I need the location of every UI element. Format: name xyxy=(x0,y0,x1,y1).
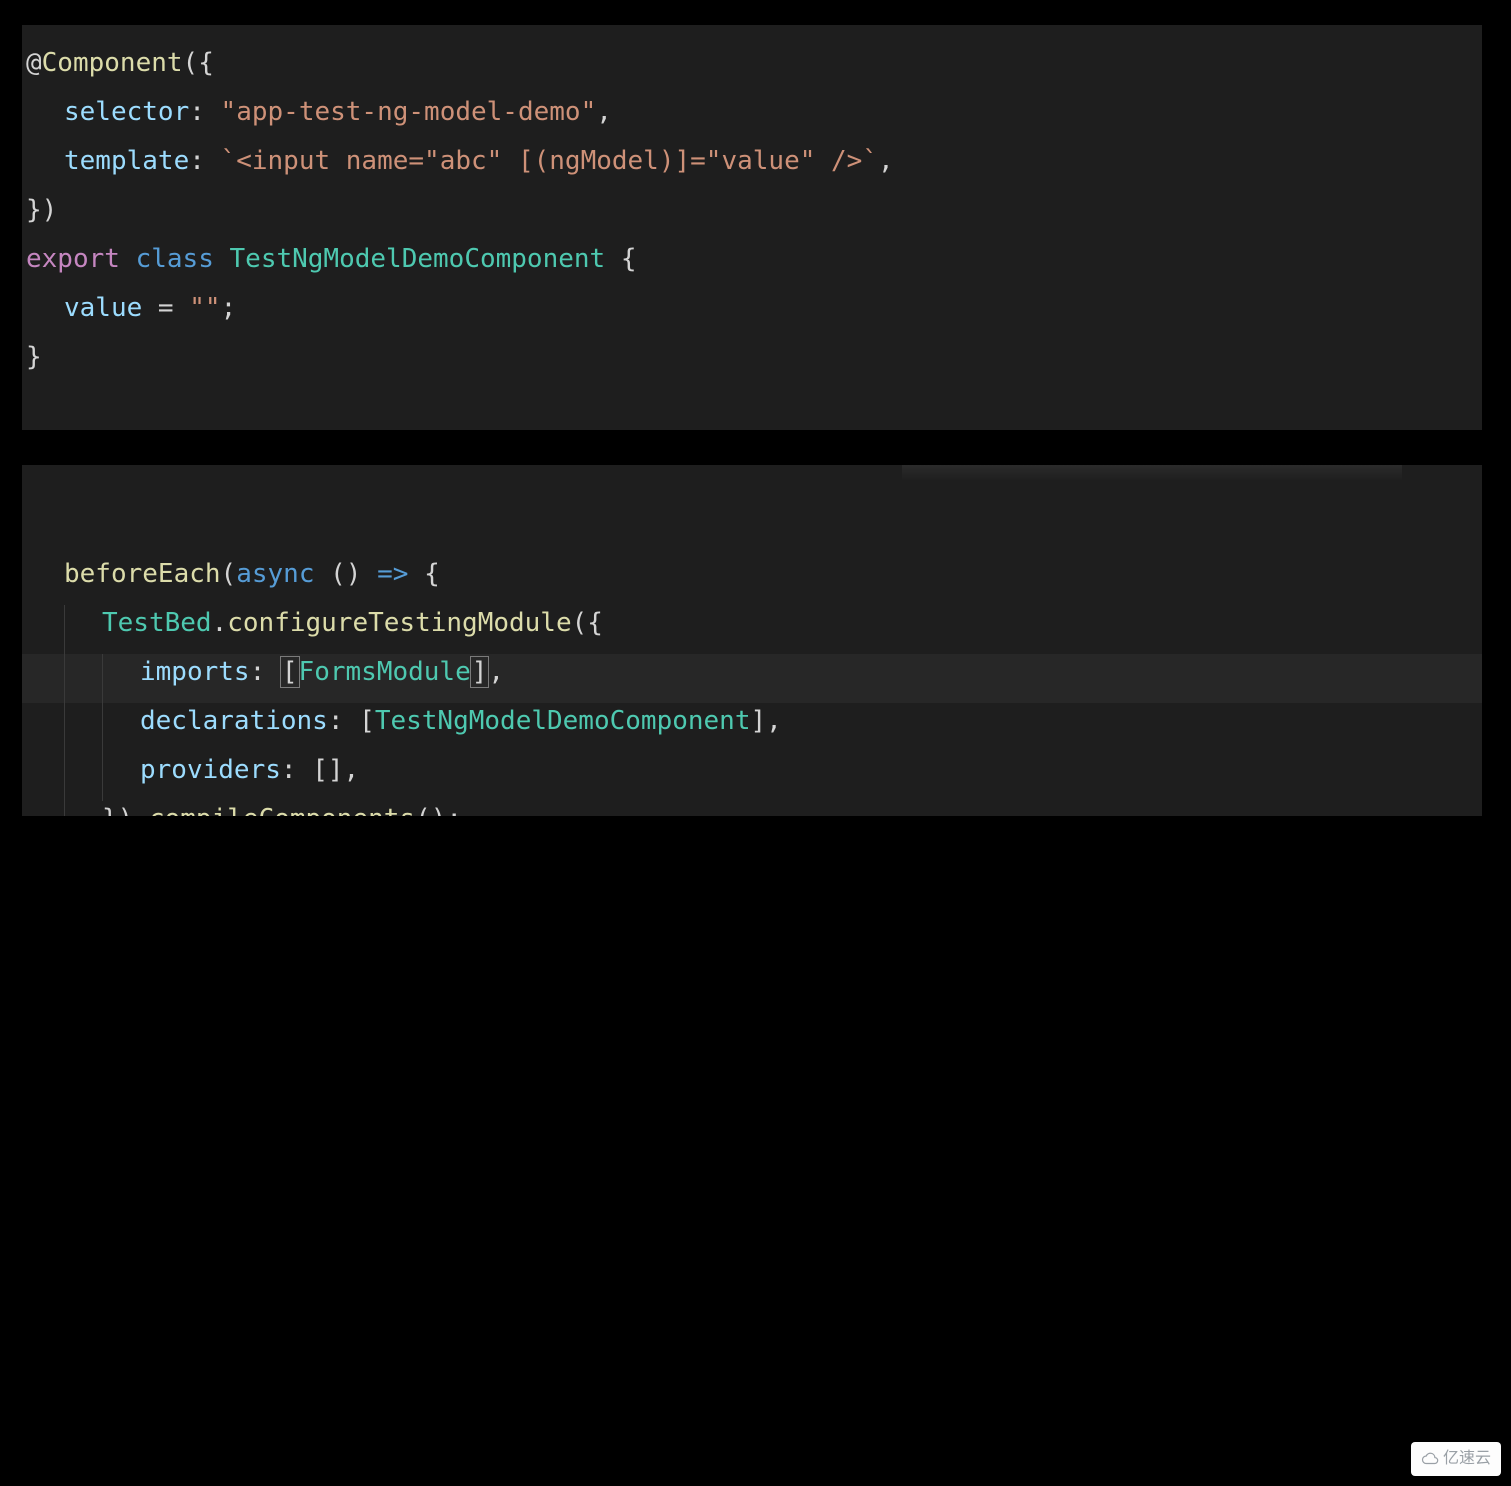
indent-guide xyxy=(64,703,102,752)
code-token: : xyxy=(189,146,220,176)
code-token: TestBed xyxy=(102,608,212,638)
code-token: TestNgModelDemoComponent xyxy=(375,706,751,736)
code-token: (); xyxy=(415,804,462,816)
code-token: beforeEach xyxy=(64,559,221,589)
code-token: : xyxy=(250,657,281,687)
indent-guide xyxy=(64,605,102,654)
code-token: declarations xyxy=(140,706,328,736)
code-token: providers xyxy=(140,755,281,785)
code-token: : [ xyxy=(328,706,375,736)
code-token: () xyxy=(314,559,377,589)
code-token: value xyxy=(64,293,142,323)
code-token xyxy=(120,244,136,274)
code-token: = xyxy=(142,293,189,323)
code-line[interactable]: } xyxy=(22,339,1482,388)
code-line[interactable]: template: `<input name="abc" [(ngModel)]… xyxy=(22,143,1482,192)
code-token: "app-test-ng-model-demo" xyxy=(221,97,597,127)
code-line[interactable]: }) xyxy=(22,192,1482,241)
code-line[interactable]: }).compileComponents(); xyxy=(22,801,1482,816)
code-token: "" xyxy=(189,293,220,323)
code-token: => xyxy=(377,559,408,589)
code-token: { xyxy=(605,244,636,274)
code-token: configureTestingModule xyxy=(227,608,571,638)
code-token: , xyxy=(596,97,612,127)
code-token: `<input name="abc" [(ngModel)]="value" /… xyxy=(221,146,878,176)
code-token: ({ xyxy=(183,48,214,78)
indent-guide xyxy=(26,703,64,752)
code-token xyxy=(214,244,230,274)
code-line[interactable]: providers: [], xyxy=(22,752,1482,801)
code-line[interactable]: value = ""; xyxy=(22,290,1482,339)
code-token: export xyxy=(26,244,120,274)
code-token: : xyxy=(189,97,220,127)
indent-guide xyxy=(102,654,140,703)
code-token: async xyxy=(236,559,314,589)
code-token: ({ xyxy=(572,608,603,638)
indent-guide xyxy=(26,94,64,143)
code-token: ( xyxy=(221,559,237,589)
code-token: FormsModule xyxy=(299,657,471,687)
indent-guide xyxy=(64,654,102,703)
code-line[interactable]: export class TestNgModelDemoComponent { xyxy=(22,241,1482,290)
code-token: selector xyxy=(64,97,189,127)
code-line[interactable]: beforeEach(async () => { xyxy=(22,556,1482,605)
code-token: [ xyxy=(280,656,300,688)
code-token: { xyxy=(408,559,439,589)
code-token: }). xyxy=(102,804,149,816)
code-token: , xyxy=(878,146,894,176)
code-token: Component xyxy=(42,48,183,78)
indent-guide xyxy=(26,752,64,801)
code-token: : [], xyxy=(281,755,359,785)
indent-guide xyxy=(64,752,102,801)
minimap-shadow xyxy=(902,465,1402,481)
indent-guide xyxy=(26,143,64,192)
code-token: . xyxy=(212,608,228,638)
code-line[interactable]: imports: [FormsModule], xyxy=(22,654,1482,703)
watermark-text: 亿速云 xyxy=(1443,1448,1491,1470)
code-token: imports xyxy=(140,657,250,687)
indent-guide xyxy=(102,752,140,801)
indent-guide xyxy=(102,703,140,752)
indent-guide xyxy=(64,801,102,816)
watermark-badge: 亿速云 xyxy=(1411,1442,1501,1476)
code-line[interactable]: @Component({ xyxy=(22,45,1482,94)
code-editor-block-1[interactable]: @Component({selector: "app-test-ng-model… xyxy=(22,25,1482,430)
indent-guide xyxy=(26,654,64,703)
code-line[interactable]: selector: "app-test-ng-model-demo", xyxy=(22,94,1482,143)
code-line[interactable]: TestBed.configureTestingModule({ xyxy=(22,605,1482,654)
code-token: } xyxy=(26,342,42,372)
code-token: ] xyxy=(470,656,490,688)
code-token: ; xyxy=(221,293,237,323)
code-token: @ xyxy=(26,48,42,78)
indent-guide xyxy=(26,605,64,654)
indent-guide xyxy=(26,290,64,339)
indent-guide xyxy=(26,801,64,816)
code-token: compileComponents xyxy=(149,804,415,816)
indent-guide xyxy=(26,556,64,605)
code-token: template xyxy=(64,146,189,176)
code-token: }) xyxy=(26,195,57,225)
code-token: class xyxy=(136,244,214,274)
code-line[interactable]: declarations: [TestNgModelDemoComponent]… xyxy=(22,703,1482,752)
code-token: ], xyxy=(751,706,782,736)
code-token: TestNgModelDemoComponent xyxy=(230,244,606,274)
cloud-icon xyxy=(1421,1450,1439,1468)
code-token: , xyxy=(488,657,504,687)
code-editor-block-2[interactable]: beforeEach(async () => {TestBed.configur… xyxy=(22,465,1482,816)
